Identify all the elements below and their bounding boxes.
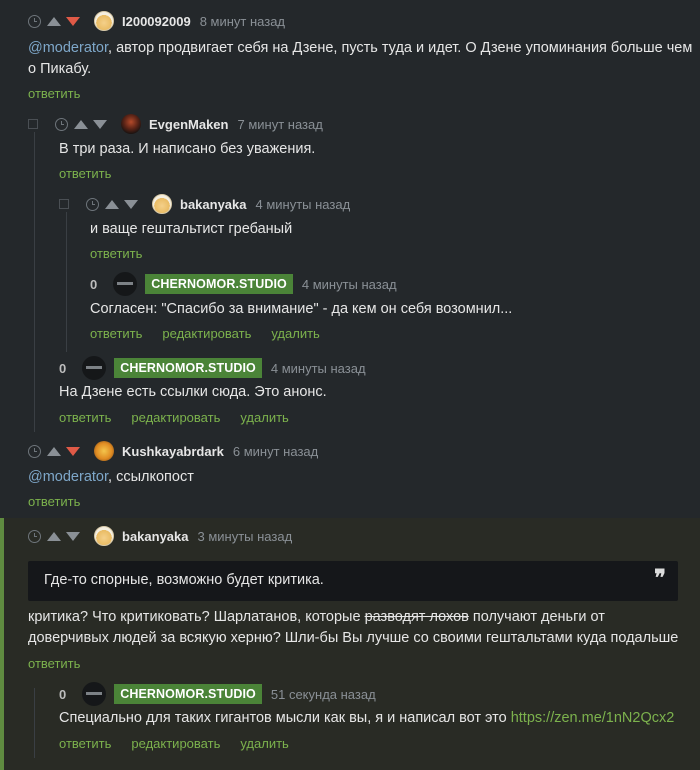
upvote-icon[interactable] (74, 119, 88, 129)
comment-header: I200092009 8 минут назад (28, 11, 285, 31)
username[interactable]: Kushkayabrdark (122, 444, 224, 459)
downvote-icon[interactable] (66, 531, 80, 541)
comment-actions: ответить (59, 166, 131, 181)
author-badge[interactable]: CHERNOMOR.STUDIO (145, 274, 293, 294)
timestamp[interactable]: 4 минуты назад (302, 277, 397, 292)
author-badge[interactable]: CHERNOMOR.STUDIO (114, 358, 262, 378)
edit-button[interactable]: редактировать (131, 410, 220, 425)
reply-button[interactable]: ответить (28, 86, 80, 101)
comment-header: 0 CHERNOMOR.STUDIO 4 минуты назад (90, 272, 397, 296)
external-link[interactable]: https://zen.me/1nN2Qcx2 (511, 710, 675, 726)
delete-button[interactable]: удалить (240, 410, 288, 425)
timestamp[interactable]: 8 минут назад (200, 14, 285, 29)
comment-actions: ответить (28, 86, 100, 101)
comment-text-body: Специально для таких гигантов мысли как … (59, 710, 511, 726)
avatar[interactable] (94, 526, 114, 546)
username[interactable]: bakanyaka (122, 529, 189, 544)
comment-text: На Дзене есть ссылки сюда. Это анонс. (59, 384, 327, 400)
rating-value: 0 (59, 360, 67, 376)
upvote-icon[interactable] (47, 531, 61, 541)
downvote-icon[interactable] (66, 446, 80, 456)
comment-actions: ответить редактировать удалить (90, 326, 340, 341)
thread-line (66, 212, 67, 352)
comment-actions: ответить (28, 494, 100, 509)
thread-line (34, 688, 35, 758)
thread-line (34, 132, 35, 432)
clock-icon[interactable] (86, 197, 99, 211)
comment-text: Специально для таких гигантов мысли как … (59, 708, 674, 729)
delete-button[interactable]: удалить (240, 736, 288, 751)
avatar[interactable] (113, 272, 138, 296)
edit-button[interactable]: редактировать (131, 736, 220, 751)
comment-text: @moderator, автор продвигает себя на Дзе… (28, 38, 692, 80)
reply-button[interactable]: ответить (59, 736, 111, 751)
comment-text: В три раза. И написано без уважения. (59, 141, 316, 157)
author-badge[interactable]: CHERNOMOR.STUDIO (114, 684, 262, 704)
rating-value: 0 (90, 276, 98, 292)
mention-link[interactable]: @moderator (28, 469, 108, 485)
rating-value: 0 (59, 686, 67, 702)
collapse-toggle[interactable] (28, 119, 38, 129)
reply-button[interactable]: ответить (28, 494, 80, 509)
username[interactable]: I200092009 (122, 14, 191, 29)
username[interactable]: EvgenMaken (149, 117, 228, 132)
comment-text-body: , автор продвигает себя на Дзене, пусть … (108, 40, 693, 56)
timestamp[interactable]: 6 минут назад (233, 444, 318, 459)
downvote-icon[interactable] (124, 199, 138, 209)
comment-text: Согласен: "Спасибо за внимание" - да кем… (90, 301, 513, 317)
comment-text-body: доверчивых людей за всякую херню? Шли-бы… (28, 630, 679, 646)
delete-button[interactable]: удалить (271, 326, 319, 341)
timestamp[interactable]: 7 минут назад (237, 117, 322, 132)
downvote-icon[interactable] (66, 16, 80, 26)
upvote-icon[interactable] (47, 446, 61, 456)
upvote-icon[interactable] (105, 199, 119, 209)
edit-button[interactable]: редактировать (162, 326, 251, 341)
downvote-icon[interactable] (93, 119, 107, 129)
comment-text-body: , ссылкопост (108, 469, 194, 485)
upvote-icon[interactable] (47, 16, 61, 26)
comment-header: EvgenMaken 7 минут назад (28, 114, 323, 134)
comment-header: bakanyaka 3 минуты назад (28, 526, 292, 546)
comment-header: Kushkayabrdark 6 минут назад (28, 441, 318, 461)
quote-block: Где-то спорные, возможно будет критика. … (28, 561, 678, 601)
avatar[interactable] (82, 682, 107, 706)
comment-text-body: о Пикабу. (28, 61, 92, 77)
comment-text-body: получают деньги от (468, 609, 605, 625)
comment-text-body: критика? Что критиковать? Шарлатанов, ко… (28, 609, 365, 625)
clock-icon[interactable] (28, 444, 41, 458)
mention-link[interactable]: @moderator (28, 40, 108, 56)
comment-header: 0 CHERNOMOR.STUDIO 51 секунда назад (59, 682, 376, 706)
comment-actions: ответить (90, 246, 162, 261)
avatar[interactable] (94, 441, 114, 461)
avatar[interactable] (82, 356, 107, 380)
reply-button[interactable]: ответить (59, 410, 111, 425)
reply-button[interactable]: ответить (59, 166, 111, 181)
timestamp[interactable]: 3 минуты назад (198, 529, 293, 544)
comment-text: @moderator, ссылкопост (28, 467, 194, 488)
username[interactable]: bakanyaka (180, 197, 247, 212)
reply-button[interactable]: ответить (90, 246, 142, 261)
clock-icon[interactable] (28, 14, 41, 28)
avatar[interactable] (152, 194, 172, 214)
avatar[interactable] (121, 114, 141, 134)
timestamp[interactable]: 4 минуты назад (256, 197, 351, 212)
comment-actions: ответить (28, 656, 100, 671)
quote-text: Где-то спорные, возможно будет критика. (44, 572, 324, 588)
strikethrough-text: разводят лохов (364, 609, 469, 625)
comment-text: критика? Что критиковать? Шарлатанов, ко… (28, 607, 678, 649)
clock-icon[interactable] (28, 529, 41, 543)
comment-header: 0 CHERNOMOR.STUDIO 4 минуты назад (59, 356, 366, 380)
timestamp[interactable]: 4 минуты назад (271, 361, 366, 376)
reply-button[interactable]: ответить (28, 656, 80, 671)
comment-actions: ответить редактировать удалить (59, 736, 309, 751)
clock-icon[interactable] (55, 117, 68, 131)
avatar[interactable] (94, 11, 114, 31)
collapse-toggle[interactable] (59, 199, 69, 209)
reply-button[interactable]: ответить (90, 326, 142, 341)
comment-actions: ответить редактировать удалить (59, 410, 309, 425)
quote-icon: ❞ (654, 565, 666, 591)
comment-text: и ваще гештальтист гребаный (90, 221, 293, 237)
timestamp[interactable]: 51 секунда назад (271, 687, 376, 702)
comment-header: bakanyaka 4 минуты назад (59, 194, 350, 214)
